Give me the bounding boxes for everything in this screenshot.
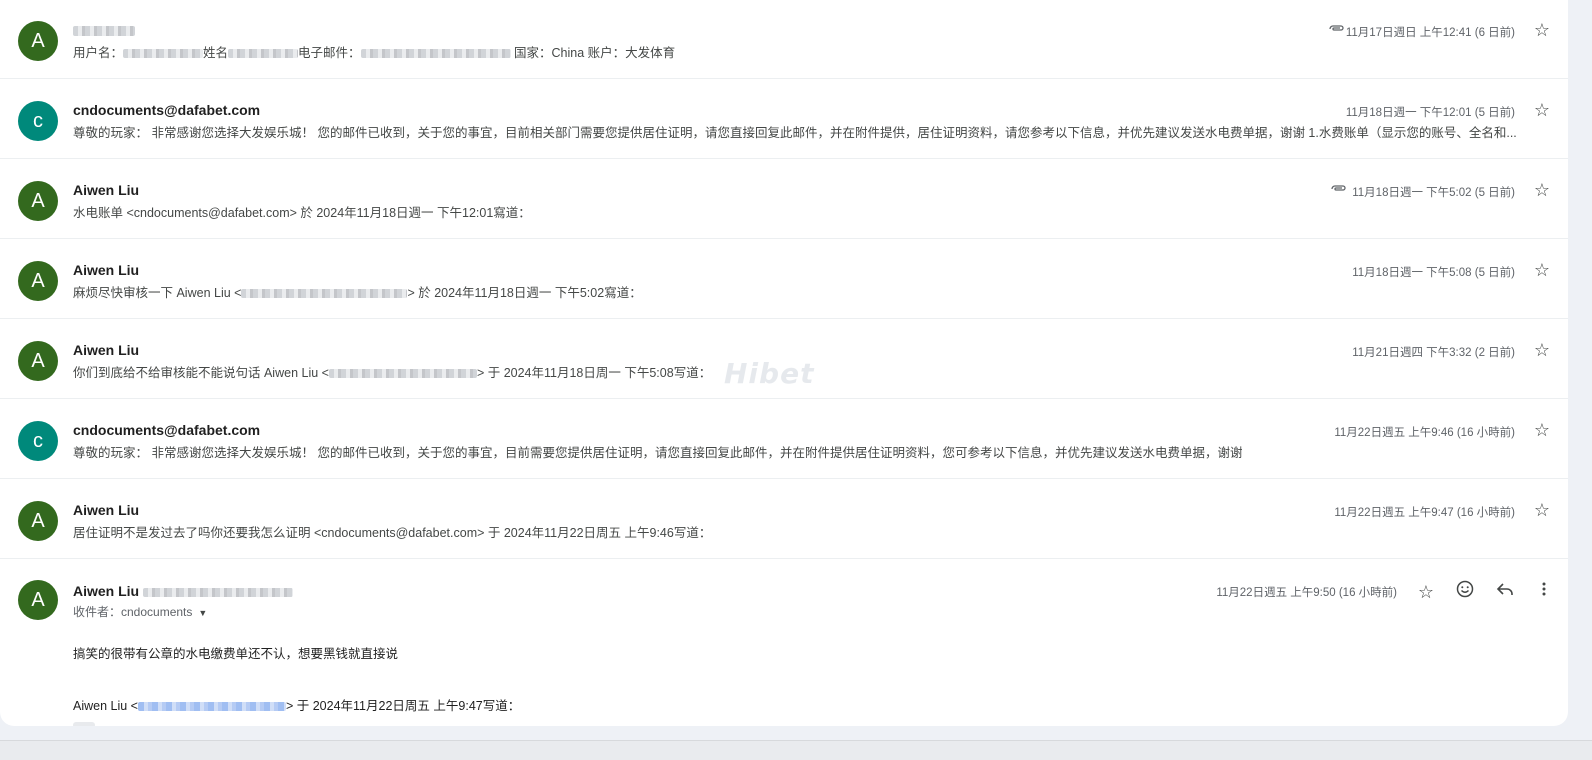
message-snippet: 居住证明不是发过去了吗你还要我怎么证明 <cndocuments@dafabet… [73,526,712,540]
sender-name: Aiwen Liu [73,583,294,599]
sender-name: Aiwen Liu [73,262,140,278]
message-snippet: 麻烦尽快审核一下 Aiwen Liu < > 於 2024年11月18日週一 下午… [73,286,642,300]
message-date: 11月22日週五 上午9:47 (16 小時前) [1334,507,1515,519]
collapsed-message[interactable]: A 用户名： 姓名 电子邮件： 国家：China 账户：大发体育 11月17日週日 … [0,0,1568,79]
message-date: 11月18日週一 下午5:08 (5 日前) [1352,267,1515,279]
redacted-email [328,369,477,379]
sender-name: Aiwen Liu [73,342,140,358]
message-snippet: 尊敬的玩家： 非常感谢您选择大发娱乐城！ 您的邮件已收到，关于您的事宜，目前相关… [73,126,1517,140]
star-icon[interactable]: ☆ [1532,180,1552,200]
redacted-email [241,289,408,299]
star-icon[interactable]: ☆ [1532,340,1552,360]
avatar: A [18,181,58,221]
redacted-sender [73,26,135,37]
reply-icon[interactable] [1493,580,1517,604]
avatar: A [18,501,58,541]
star-icon[interactable]: ☆ [1532,100,1552,120]
redacted-name [228,49,299,59]
collapsed-message[interactable]: c cndocuments@dafabet.com 尊敬的玩家： 非常感谢您选择… [0,80,1568,159]
sender-name: cndocuments@dafabet.com [73,102,261,118]
message-snippet: 用户名： 姓名 电子邮件： 国家：China 账户：大发体育 [73,46,676,60]
paperclip-icon [1329,182,1347,194]
message-date: 11月21日週四 下午3:32 (2 日前) [1352,347,1515,359]
avatar: A [18,261,58,301]
bottom-bar [0,740,1592,760]
paperclip-icon [1327,22,1345,34]
star-icon[interactable]: ☆ [1414,580,1438,604]
message-date: 11月18日週一 下午12:01 (5 日前) [1345,107,1515,119]
email-thread: A 用户名： 姓名 电子邮件： 国家：China 账户：大发体育 11月17日週日 … [0,0,1568,726]
expanded-message: A Aiwen Liu 收件者：cndocuments ▼ 11月22日週五 上午… [0,562,1568,726]
message-snippet: 尊敬的玩家： 非常感谢您选择大发娱乐城！ 您的邮件已收到，关于您的事宜，目前需要… [73,446,1243,460]
avatar: c [18,101,58,141]
message-date: 11月18日週一 下午5:02 (5 日前) [1352,187,1515,199]
collapsed-message[interactable]: A Aiwen Liu 居住证明不是发过去了吗你还要我怎么证明 <cndocum… [0,480,1568,559]
redacted-email [360,49,511,59]
sender-name: Aiwen Liu [73,182,140,198]
sender-name-redacted [73,22,135,38]
emoji-reaction-icon[interactable] [1453,580,1477,604]
message-snippet: 水电账单 <cndocuments@dafabet.com> 於 2024年11… [73,206,531,220]
message-date: 11月22日週五 上午9:46 (16 小時前) [1334,427,1515,439]
redacted-sender-email [143,587,294,597]
chevron-down-icon[interactable]: ▼ [198,608,207,618]
recipient-line: 收件者：cndocuments ▼ [73,605,208,619]
collapsed-message[interactable]: c cndocuments@dafabet.com 尊敬的玩家： 非常感谢您选择… [0,400,1568,479]
quoted-header: Aiwen Liu < > 于 2024年11月22日周五 上午9:47写道： [73,699,521,713]
star-icon[interactable]: ☆ [1532,500,1552,520]
show-quoted-text-button[interactable] [73,722,95,726]
more-options-icon[interactable] [1532,580,1556,604]
avatar: A [18,341,58,381]
avatar: c [18,421,58,461]
star-icon[interactable]: ☆ [1532,260,1552,280]
watermark-logo: Hibet [724,357,815,390]
avatar: A [18,21,58,61]
message-date: 11月17日週日 上午12:41 (6 日前) [1345,27,1515,39]
message-body: 搞笑的很带有公章的水电缴费单还不认，想要黑钱就直接说 [73,647,399,661]
sender-name: cndocuments@dafabet.com [73,422,261,438]
redacted-email-link [137,702,286,712]
star-icon[interactable]: ☆ [1532,20,1552,40]
collapsed-message[interactable]: A Aiwen Liu 麻烦尽快审核一下 Aiwen Liu < > 於 2024… [0,240,1568,319]
collapsed-message[interactable]: A Aiwen Liu 水电账单 <cndocuments@dafabet.co… [0,160,1568,239]
avatar: A [18,580,58,620]
redacted-username [123,49,204,59]
message-date: 11月22日週五 上午9:50 (16 小時前) [1216,587,1397,599]
sender-name: Aiwen Liu [73,502,140,518]
star-icon[interactable]: ☆ [1532,420,1552,440]
